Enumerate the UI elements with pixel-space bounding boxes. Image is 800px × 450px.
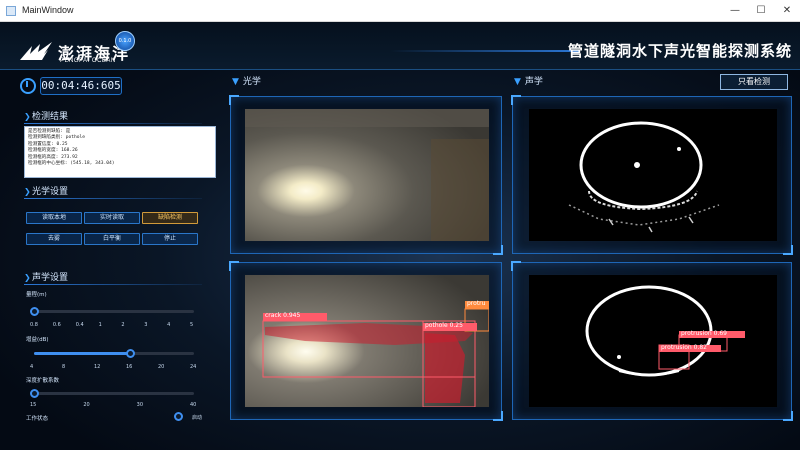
- tick-label: 5: [190, 322, 194, 328]
- tick-label: 8: [62, 364, 66, 370]
- detection-label: crack 0.945: [265, 312, 301, 319]
- detection-results-box[interactable]: 是否检测到缺陷: 是 检测到缺陷类别: pothole 检测置信度: 0.25 …: [24, 126, 216, 178]
- gain-label: 增益(dB): [26, 337, 49, 343]
- acoustic-view-heading: ▼ 声学: [514, 77, 543, 87]
- slider-fill: [34, 352, 130, 355]
- tick-label: 1: [98, 322, 102, 328]
- tick-label: 4: [167, 322, 171, 328]
- window-title: MainWindow: [22, 5, 74, 15]
- read-local-button[interactable]: 读取本地: [26, 212, 82, 224]
- optical-view-heading: ▼ 光学: [232, 77, 261, 87]
- optical-detection-image: crack 0.945 pothole 0.25 protru: [245, 275, 489, 407]
- acoustic-raw-image: [529, 109, 777, 241]
- tick-label: 20: [158, 364, 165, 370]
- range-label: 量程(m): [26, 292, 47, 298]
- tick-label: 12: [94, 364, 101, 370]
- tick-label: 4: [30, 364, 34, 370]
- realtime-read-button[interactable]: 实时读取: [84, 212, 140, 224]
- triangle-down-icon: ▼: [514, 77, 521, 87]
- tick-label: 40: [190, 402, 197, 408]
- defect-detect-button[interactable]: 缺陷检测: [142, 212, 198, 224]
- work-status-toggle[interactable]: [174, 412, 183, 421]
- detection-label: pothole 0.25: [425, 322, 463, 329]
- screen: MainWindow — ☐ ✕ 澎湃海洋 PENGPAI OCEAN 0.1.…: [0, 0, 800, 450]
- tick-label: 0.8: [30, 322, 38, 328]
- acoustic-detection-image: protrusion 0.69 protrusion 0.82: [529, 275, 777, 407]
- clock-icon: [20, 78, 36, 94]
- optical-raw-image: [245, 109, 489, 241]
- chevron-right-icon: ❯: [24, 112, 31, 121]
- detection-label: protru: [467, 300, 486, 307]
- work-status-value: 启动: [192, 415, 203, 421]
- acoustic-detection-panel: protrusion 0.69 protrusion 0.82: [511, 261, 793, 421]
- tick-label: 24: [190, 364, 197, 370]
- run-timer: 00:04:46:605: [40, 77, 122, 95]
- chevron-right-icon: ❯: [24, 187, 31, 196]
- tick-label: 30: [136, 402, 144, 408]
- range-ticks: 0.8 0.6 0.4 1 2 3 4 5: [30, 322, 200, 330]
- app-title: 管道隧洞水下声光智能探测系统: [567, 42, 792, 60]
- header-band: 澎湃海洋 PENGPAI OCEAN 0.1.0 管道隧洞水下声光智能探测系统: [0, 22, 800, 70]
- range-slider[interactable]: [30, 307, 194, 316]
- triangle-down-icon: ▼: [232, 77, 239, 87]
- dehaze-button[interactable]: 去雾: [26, 233, 82, 245]
- slider-handle[interactable]: [126, 349, 135, 358]
- acoustic-settings-heading: ❯声学设置: [24, 273, 69, 283]
- slider-handle[interactable]: [30, 307, 39, 316]
- title-decoration: [390, 50, 580, 52]
- tick-label: 3: [144, 322, 148, 328]
- detection-label: protrusion 0.69: [681, 330, 727, 337]
- version-badge: 0.1.0: [115, 31, 135, 51]
- stop-button[interactable]: 停止: [142, 233, 198, 245]
- acoustic-raw-panel: [511, 95, 793, 255]
- tick-label: 16: [126, 364, 133, 370]
- app-body: 澎湃海洋 PENGPAI OCEAN 0.1.0 管道隧洞水下声光智能探测系统 …: [0, 22, 800, 450]
- work-status-label: 工作状态: [26, 416, 49, 422]
- app-icon: [6, 6, 16, 16]
- divider: [24, 123, 202, 124]
- spread-slider[interactable]: [30, 389, 194, 398]
- detection-heading: ❯检测结果: [24, 112, 69, 122]
- tick-label: 0.4: [75, 322, 84, 328]
- tick-label: 15: [30, 402, 37, 408]
- maximize-button[interactable]: ☐: [748, 0, 774, 22]
- gain-slider[interactable]: [34, 349, 194, 358]
- optical-raw-panel: [229, 95, 503, 255]
- minimize-button[interactable]: —: [722, 0, 748, 22]
- wave-logo-icon: [20, 42, 52, 60]
- tick-label: 2: [121, 322, 125, 328]
- spread-label: 深度扩散系数: [26, 378, 60, 384]
- tick-label: 20: [83, 402, 90, 408]
- window-titlebar: MainWindow — ☐ ✕: [0, 0, 800, 22]
- slider-handle[interactable]: [30, 389, 39, 398]
- spread-ticks: 15 20 30 40: [30, 402, 200, 410]
- optical-detection-panel: crack 0.945 pothole 0.25 protru: [229, 261, 503, 421]
- only-detect-button[interactable]: 只看检测: [720, 74, 788, 90]
- result-line: 检测框的中心坐标: (545.18, 343.04): [28, 161, 115, 167]
- divider: [24, 198, 202, 199]
- close-button[interactable]: ✕: [774, 0, 800, 22]
- tick-label: 0.6: [52, 322, 61, 328]
- chevron-right-icon: ❯: [24, 273, 31, 282]
- gain-ticks: 4 8 12 16 20 24: [30, 364, 200, 372]
- divider: [24, 284, 202, 285]
- detection-label: protrusion 0.82: [661, 344, 707, 351]
- brand-name-en: PENGPAI OCEAN: [60, 58, 116, 64]
- white-balance-button[interactable]: 白平衡: [84, 233, 140, 245]
- optical-settings-heading: ❯光学设置: [24, 187, 69, 197]
